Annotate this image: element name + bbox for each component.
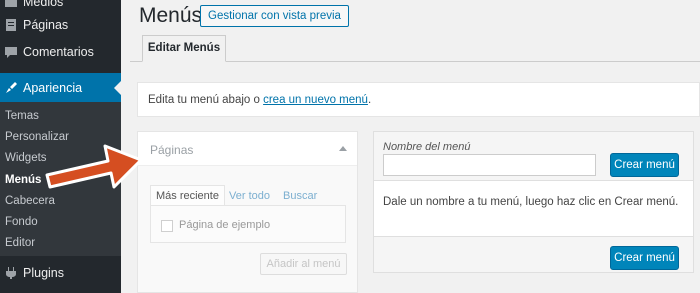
pages-panel-header[interactable]: Páginas bbox=[138, 132, 357, 166]
menu-name-input[interactable] bbox=[383, 154, 596, 176]
sidebar-item-comentarios[interactable]: Comentarios bbox=[0, 38, 121, 66]
menu-edit-panel: Nombre del menú Crear menú Dale un nombr… bbox=[373, 131, 694, 273]
submenu-item-temas[interactable]: Temas bbox=[5, 110, 39, 122]
submenu-item-widgets[interactable]: Widgets bbox=[5, 152, 47, 164]
create-menu-button-bottom[interactable]: Crear menú bbox=[610, 246, 679, 270]
submenu-item-fondo[interactable]: Fondo bbox=[5, 216, 38, 228]
page-checkbox-label: Página de ejemplo bbox=[179, 219, 271, 231]
appearance-icon bbox=[6, 81, 17, 93]
page-title: Menús bbox=[139, 4, 203, 27]
sidebar-item-label: Páginas bbox=[23, 18, 69, 32]
tab-mas-reciente[interactable]: Más reciente bbox=[150, 185, 225, 206]
submenu-item-menus[interactable]: Menús bbox=[5, 174, 41, 186]
manage-menus-notice: Edita tu menú abajo o crea un nuevo menú… bbox=[137, 82, 700, 117]
pages-panel-title: Páginas bbox=[150, 143, 194, 157]
pages-icon bbox=[6, 19, 16, 31]
add-to-menu-button[interactable]: Añadir al menú bbox=[260, 253, 347, 275]
tab-buscar[interactable]: Buscar bbox=[283, 190, 317, 202]
tab-ver-todo[interactable]: Ver todo bbox=[229, 190, 270, 202]
plugins-icon bbox=[6, 267, 16, 279]
sidebar-item-plugins[interactable]: Plugins bbox=[0, 262, 121, 284]
sidebar-item-label: Comentarios bbox=[23, 45, 94, 59]
pointer-arrow-icon bbox=[45, 144, 143, 189]
sidebar-item-label: Apariencia bbox=[23, 80, 83, 95]
manage-with-preview-button[interactable]: Gestionar con vista previa bbox=[200, 5, 349, 27]
pages-panel: Páginas Más reciente Ver todo Buscar Pág… bbox=[137, 131, 358, 293]
menu-instructions: Dale un nombre a tu menú, luego haz clic… bbox=[383, 196, 679, 208]
sidebar-item-paginas[interactable]: Páginas bbox=[0, 12, 121, 38]
media-icon bbox=[5, 0, 17, 7]
menu-edit-header: Nombre del menú Crear menú bbox=[374, 132, 693, 181]
sidebar-item-label: Medios bbox=[23, 0, 64, 9]
page-checkbox[interactable] bbox=[161, 220, 173, 232]
pages-checklist: Página de ejemplo bbox=[150, 205, 346, 243]
tab-editar-menus[interactable]: Editar Menús bbox=[142, 35, 226, 62]
notice-text-end: . bbox=[367, 94, 372, 106]
collapse-arrow-icon[interactable] bbox=[339, 146, 347, 151]
comments-icon bbox=[5, 47, 17, 58]
menu-edit-footer: Crear menú bbox=[374, 236, 693, 272]
sidebar-item-apariencia[interactable]: Apariencia bbox=[0, 73, 121, 102]
sidebar-item-label: Plugins bbox=[23, 266, 64, 280]
sidebar-item-medios[interactable]: Medios bbox=[0, 0, 121, 12]
create-menu-button[interactable]: Crear menú bbox=[610, 153, 679, 177]
menu-name-label: Nombre del menú bbox=[383, 141, 471, 153]
submenu-item-editor[interactable]: Editor bbox=[5, 237, 35, 249]
create-new-menu-link[interactable]: crea un nuevo menú bbox=[263, 94, 368, 106]
notice-text: Edita tu menú abajo o bbox=[148, 94, 264, 106]
